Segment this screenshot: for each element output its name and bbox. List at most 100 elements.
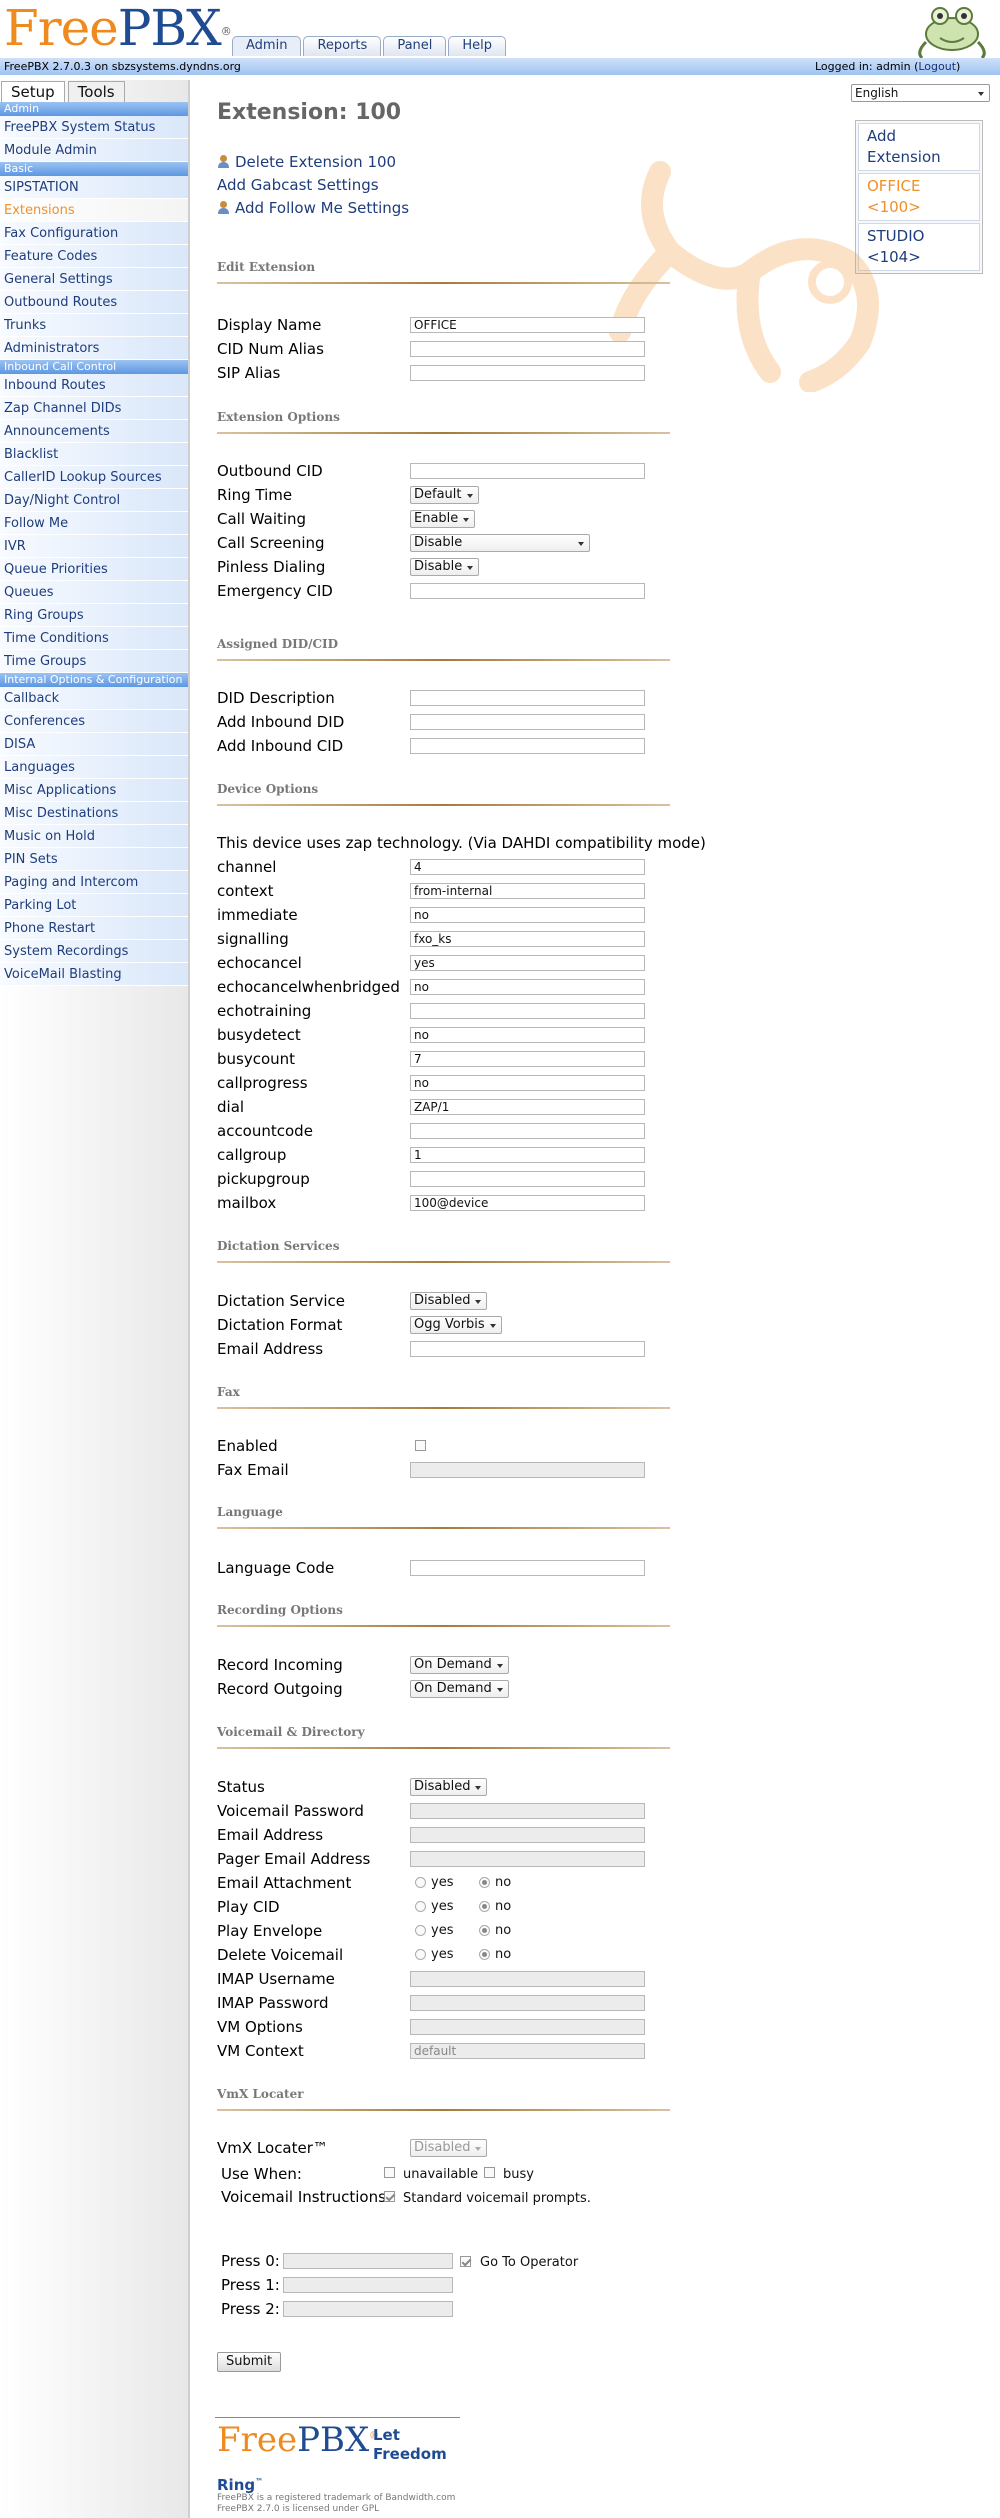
top-tab-admin[interactable]: Admin (232, 36, 302, 56)
play-cid-yes-radio[interactable] (415, 1901, 426, 1912)
vm-email-input[interactable] (410, 1827, 645, 1843)
sidebar-item-voicemail-blasting[interactable]: VoiceMail Blasting (0, 963, 188, 986)
delete-voicemail-no-radio[interactable] (479, 1949, 490, 1960)
device-context-input[interactable]: from-internal (410, 883, 645, 899)
sidebar-item-follow-me[interactable]: Follow Me (0, 512, 188, 535)
fax-email-input[interactable] (410, 1462, 645, 1478)
device-busycount-input[interactable]: 7 (410, 1051, 645, 1067)
sidebar-item-general-settings[interactable]: General Settings (0, 268, 188, 291)
sidebar-item-misc-destinations[interactable]: Misc Destinations (0, 802, 188, 825)
add-inbound-did-input[interactable] (410, 714, 645, 730)
sidebar-item-sipstation[interactable]: SIPSTATION (0, 176, 188, 199)
email-attachment-yes-radio[interactable] (415, 1877, 426, 1888)
sidebar-item-queue-priorities[interactable]: Queue Priorities (0, 558, 188, 581)
device-immediate-input[interactable]: no (410, 907, 645, 923)
sidebar-item-outbound-routes[interactable]: Outbound Routes (0, 291, 188, 314)
sidebar-item-callerid-lookup-sources[interactable]: CallerID Lookup Sources (0, 466, 188, 489)
play-cid-no-radio[interactable] (479, 1901, 490, 1912)
tab-setup[interactable]: Setup (1, 81, 65, 102)
device-callprogress-input[interactable]: no (410, 1075, 645, 1091)
sidebar-item-disa[interactable]: DISA (0, 733, 188, 756)
sidebar-item-time-conditions[interactable]: Time Conditions (0, 627, 188, 650)
tab-tools[interactable]: Tools (67, 81, 125, 102)
language-select[interactable]: English (851, 84, 990, 102)
sidebar-item-paging-and-intercom[interactable]: Paging and Intercom (0, 871, 188, 894)
sidebar-item-pin-sets[interactable]: PIN Sets (0, 848, 188, 871)
device-busydetect-input[interactable]: no (410, 1027, 645, 1043)
record-outgoing-select[interactable]: On Demand (410, 1680, 509, 1698)
sidebar-item-misc-applications[interactable]: Misc Applications (0, 779, 188, 802)
logout-link[interactable]: Logout (918, 60, 956, 73)
press0-input[interactable] (283, 2253, 453, 2269)
ring-time-select[interactable]: Default (410, 486, 479, 504)
instructions-checkbox[interactable] (384, 2191, 395, 2202)
top-tab-panel[interactable]: Panel (383, 36, 447, 56)
sidebar-item-callback[interactable]: Callback (0, 687, 188, 710)
add-gabcast-link[interactable]: Add Gabcast Settings (217, 176, 379, 194)
device-echotraining-input[interactable] (410, 1003, 645, 1019)
sidebar-item-administrators[interactable]: Administrators (0, 337, 188, 360)
device-mailbox-input[interactable]: 100@device (410, 1195, 645, 1211)
dictation-service-select[interactable]: Disabled (410, 1292, 488, 1310)
delete-voicemail-yes-radio[interactable] (415, 1949, 426, 1960)
vm-context-input[interactable]: default (410, 2043, 645, 2059)
vm-pager-input[interactable] (410, 1851, 645, 1867)
device-dial-input[interactable]: ZAP/1 (410, 1099, 645, 1115)
sidebar-item-queues[interactable]: Queues (0, 581, 188, 604)
emergency-cid-input[interactable] (410, 583, 645, 599)
device-pickupgroup-input[interactable] (410, 1171, 645, 1187)
sidebar-item-fax-configuration[interactable]: Fax Configuration (0, 222, 188, 245)
did-description-input[interactable] (410, 690, 645, 706)
display-name-input[interactable]: OFFICE (410, 317, 645, 333)
device-signalling-input[interactable]: fxo_ks (410, 931, 645, 947)
submit-button[interactable]: Submit (217, 2352, 282, 2372)
delete-extension-link[interactable]: Delete Extension 100 (217, 153, 396, 171)
record-incoming-select[interactable]: On Demand (410, 1656, 509, 1674)
sip-alias-input[interactable] (410, 365, 645, 381)
sidebar-item-trunks[interactable]: Trunks (0, 314, 188, 337)
top-tab-help[interactable]: Help (448, 36, 507, 56)
play-envelope-no-radio[interactable] (479, 1925, 490, 1936)
fax-enabled-checkbox[interactable] (415, 1440, 426, 1451)
go-to-operator-checkbox[interactable] (460, 2256, 471, 2267)
call-screening-select[interactable]: Disable (410, 534, 590, 552)
pinless-dialing-select[interactable]: Disable (410, 558, 480, 576)
vmx-locater-select[interactable]: Disabled (410, 2139, 488, 2157)
unavailable-checkbox[interactable] (384, 2167, 395, 2178)
sidebar-item-module-admin[interactable]: Module Admin (0, 139, 188, 162)
sidebar-item-day-night-control[interactable]: Day/Night Control (0, 489, 188, 512)
sidebar-item-parking-lot[interactable]: Parking Lot (0, 894, 188, 917)
sidebar-item-freepbx-system-status[interactable]: FreePBX System Status (0, 116, 188, 139)
sidebar-item-conferences[interactable]: Conferences (0, 710, 188, 733)
device-accountcode-input[interactable] (410, 1123, 645, 1139)
sidebar-item-zap-channel-dids[interactable]: Zap Channel DIDs (0, 397, 188, 420)
sidebar-item-inbound-routes[interactable]: Inbound Routes (0, 374, 188, 397)
press1-input[interactable] (283, 2277, 453, 2293)
sidebar-item-languages[interactable]: Languages (0, 756, 188, 779)
vm-options-input[interactable] (410, 2019, 645, 2035)
imap-password-input[interactable] (410, 1995, 645, 2011)
device-echocancel-input[interactable]: yes (410, 955, 645, 971)
outbound-cid-input[interactable] (410, 463, 645, 479)
dictation-email-input[interactable] (410, 1341, 645, 1357)
device-echocancelwhenbridged-input[interactable]: no (410, 979, 645, 995)
freepbx-logo[interactable]: FreePBX® (4, 0, 232, 56)
call-waiting-select[interactable]: Enable (410, 510, 476, 528)
press2-input[interactable] (283, 2301, 453, 2317)
play-envelope-yes-radio[interactable] (415, 1925, 426, 1936)
device-channel-input[interactable]: 4 (410, 859, 645, 875)
device-callgroup-input[interactable]: 1 (410, 1147, 645, 1163)
email-attachment-no-radio[interactable] (479, 1877, 490, 1888)
add-follow-me-link[interactable]: Add Follow Me Settings (217, 199, 409, 217)
top-tab-reports[interactable]: Reports (303, 36, 382, 56)
sidebar-item-extensions[interactable]: Extensions (0, 199, 188, 222)
sidebar-item-announcements[interactable]: Announcements (0, 420, 188, 443)
dictation-format-select[interactable]: Ogg Vorbis (410, 1316, 502, 1334)
sidebar-item-system-recordings[interactable]: System Recordings (0, 940, 188, 963)
sidebar-item-time-groups[interactable]: Time Groups (0, 650, 188, 673)
sidebar-item-blacklist[interactable]: Blacklist (0, 443, 188, 466)
vm-status-select[interactable]: Disabled (410, 1778, 488, 1796)
sidebar-item-ivr[interactable]: IVR (0, 535, 188, 558)
sidebar-item-ring-groups[interactable]: Ring Groups (0, 604, 188, 627)
sidebar-item-music-on-hold[interactable]: Music on Hold (0, 825, 188, 848)
